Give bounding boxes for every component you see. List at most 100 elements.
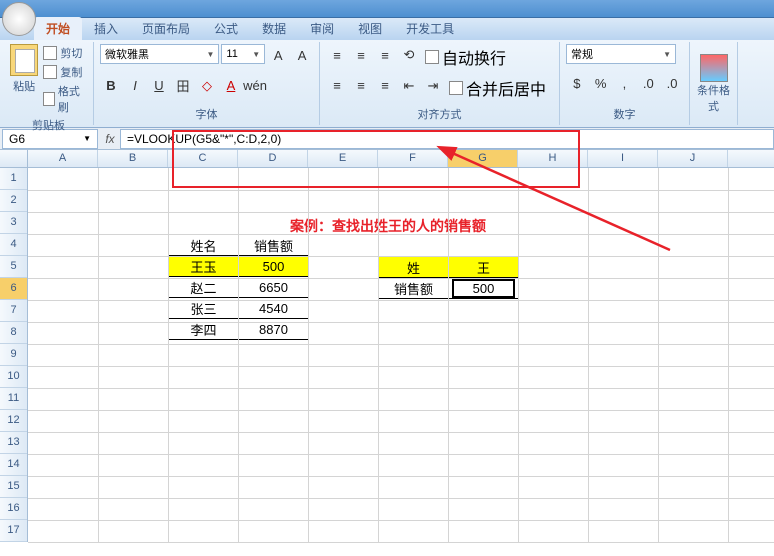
title-bar — [0, 0, 774, 18]
worksheet[interactable]: ABCDEFGHIJ 1234567891011121314151617 案例：… — [0, 150, 774, 556]
group-label: 数字 — [566, 105, 683, 123]
tab-insert[interactable]: 插入 — [82, 17, 130, 40]
bold-button[interactable]: B — [100, 75, 122, 97]
inc-decimal-button[interactable]: .0 — [637, 72, 659, 94]
tab-layout[interactable]: 页面布局 — [130, 17, 202, 40]
select-all-corner[interactable] — [0, 150, 28, 168]
phonetic-button[interactable]: wén — [244, 75, 266, 97]
row-header-14[interactable]: 14 — [0, 454, 27, 476]
row-header-8[interactable]: 8 — [0, 322, 27, 344]
table-cell: 500 — [449, 278, 519, 299]
font-name-combo[interactable]: 微软雅黑▼ — [100, 44, 219, 64]
formula-input[interactable]: =VLOOKUP(G5&"*",C:D,2,0) — [120, 129, 774, 149]
col-header-H[interactable]: H — [518, 150, 588, 167]
row-header-1[interactable]: 1 — [0, 168, 27, 190]
fill-color-button[interactable]: ◇ — [196, 75, 218, 97]
table-cell: 赵二 — [169, 277, 239, 298]
shrink-font-button[interactable]: A — [291, 44, 313, 66]
row-header-2[interactable]: 2 — [0, 190, 27, 212]
row-header-17[interactable]: 17 — [0, 520, 27, 542]
group-clipboard: 粘贴 剪切 复制 格式刷 剪贴板 — [4, 42, 94, 125]
group-label: 字体 — [100, 105, 313, 123]
office-button[interactable] — [2, 2, 36, 36]
row-header-4[interactable]: 4 — [0, 234, 27, 256]
cut-button[interactable]: 剪切 — [40, 44, 87, 62]
wrap-text-button[interactable]: 自动换行 — [422, 44, 509, 70]
chevron-down-icon: ▼ — [663, 50, 671, 59]
fx-icon[interactable]: fx — [100, 132, 120, 146]
orientation-button[interactable]: ⟲ — [398, 44, 420, 66]
tab-dev[interactable]: 开发工具 — [394, 17, 466, 40]
table-cell: 王 — [449, 257, 519, 278]
align-bottom-button[interactable]: ≡ — [374, 44, 396, 66]
align-left-button[interactable]: ≡ — [326, 75, 348, 97]
wrap-icon — [425, 50, 439, 64]
align-middle-button[interactable]: ≡ — [350, 44, 372, 66]
group-conditional[interactable]: 条件格式 — [690, 42, 738, 125]
number-format-combo[interactable]: 常规▼ — [566, 44, 676, 64]
underline-button[interactable]: U — [148, 75, 170, 97]
formula-bar: G6▼ fx =VLOOKUP(G5&"*",C:D,2,0) — [0, 128, 774, 150]
group-number: 常规▼ $ % , .0 .0 数字 — [560, 42, 690, 125]
cell-grid[interactable]: 案例：查找出姓王的人的销售额 姓名销售额 王玉500 赵二6650 张三4540… — [28, 168, 774, 542]
paste-label: 粘贴 — [13, 78, 35, 94]
align-right-button[interactable]: ≡ — [374, 75, 396, 97]
tab-home[interactable]: 开始 — [34, 17, 82, 40]
table-cell: 姓 — [379, 257, 449, 278]
tab-formulas[interactable]: 公式 — [202, 17, 250, 40]
col-header-C[interactable]: C — [168, 150, 238, 167]
row-header-7[interactable]: 7 — [0, 300, 27, 322]
scissors-icon — [43, 46, 57, 60]
align-center-button[interactable]: ≡ — [350, 75, 372, 97]
col-header-A[interactable]: A — [28, 150, 98, 167]
paste-button[interactable]: 粘贴 — [10, 44, 38, 116]
conditional-format-icon — [700, 54, 728, 82]
ribbon: 粘贴 剪切 复制 格式刷 剪贴板 微软雅黑▼ 11▼ A A B I U 田 ◇… — [0, 40, 774, 128]
border-button[interactable]: 田 — [172, 75, 194, 97]
row-header-12[interactable]: 12 — [0, 410, 27, 432]
tab-view[interactable]: 视图 — [346, 17, 394, 40]
row-header-11[interactable]: 11 — [0, 388, 27, 410]
col-header-J[interactable]: J — [658, 150, 728, 167]
row-header-15[interactable]: 15 — [0, 476, 27, 498]
font-color-button[interactable]: A — [220, 75, 242, 97]
comma-button[interactable]: , — [614, 72, 636, 94]
row-header-13[interactable]: 13 — [0, 432, 27, 454]
col-header-D[interactable]: D — [238, 150, 308, 167]
row-header-9[interactable]: 9 — [0, 344, 27, 366]
chevron-down-icon: ▼ — [83, 134, 91, 143]
italic-button[interactable]: I — [124, 75, 146, 97]
ribbon-tabs: 开始 插入 页面布局 公式 数据 审阅 视图 开发工具 — [0, 18, 774, 40]
merge-center-button[interactable]: 合并后居中 — [446, 75, 549, 101]
align-top-button[interactable]: ≡ — [326, 44, 348, 66]
indent-inc-button[interactable]: ⇥ — [422, 75, 444, 97]
table-cell: 500 — [239, 256, 309, 277]
col-header-G[interactable]: G — [448, 150, 518, 167]
font-size-combo[interactable]: 11▼ — [221, 44, 265, 64]
percent-button[interactable]: % — [590, 72, 612, 94]
chevron-down-icon: ▼ — [252, 50, 260, 59]
row-header-3[interactable]: 3 — [0, 212, 27, 234]
table-cell: 6650 — [239, 277, 309, 298]
dec-decimal-button[interactable]: .0 — [661, 72, 683, 94]
indent-dec-button[interactable]: ⇤ — [398, 75, 420, 97]
row-header-16[interactable]: 16 — [0, 498, 27, 520]
grow-font-button[interactable]: A — [267, 44, 289, 66]
row-headers: 1234567891011121314151617 — [0, 168, 28, 542]
row-header-6[interactable]: 6 — [0, 278, 27, 300]
currency-button[interactable]: $ — [566, 72, 588, 94]
row-header-10[interactable]: 10 — [0, 366, 27, 388]
col-header-B[interactable]: B — [98, 150, 168, 167]
col-header-I[interactable]: I — [588, 150, 658, 167]
tab-data[interactable]: 数据 — [250, 17, 298, 40]
copy-button[interactable]: 复制 — [40, 63, 87, 81]
format-painter-button[interactable]: 格式刷 — [40, 82, 87, 116]
active-cell[interactable]: 500 — [452, 279, 515, 298]
copy-icon — [43, 65, 57, 79]
group-label: 对齐方式 — [326, 105, 553, 123]
col-header-F[interactable]: F — [378, 150, 448, 167]
tab-review[interactable]: 审阅 — [298, 17, 346, 40]
col-header-E[interactable]: E — [308, 150, 378, 167]
paste-icon — [10, 44, 38, 76]
row-header-5[interactable]: 5 — [0, 256, 27, 278]
